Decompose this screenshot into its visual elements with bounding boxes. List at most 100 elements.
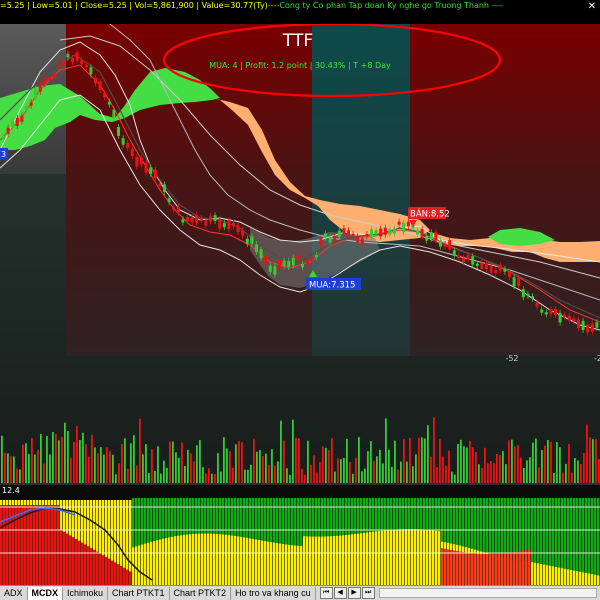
volume-bar	[400, 461, 402, 483]
volume-bar	[85, 444, 87, 483]
candle	[218, 219, 222, 229]
volume-bar	[322, 446, 324, 483]
volume-bar	[82, 432, 84, 483]
buy-label: MUA:7.315	[309, 281, 355, 291]
osc-bar-yellow	[570, 570, 573, 586]
volume-bar	[478, 464, 480, 483]
volume-bar	[514, 446, 516, 483]
candle	[337, 230, 341, 238]
osc-bar-red	[3, 505, 6, 586]
candle	[20, 115, 24, 122]
volume-bar	[112, 454, 114, 483]
osc-bar-yellow	[291, 545, 294, 586]
osc-bar-yellow	[366, 532, 369, 586]
candle	[324, 233, 327, 238]
candle	[429, 232, 433, 239]
candle	[167, 198, 171, 203]
candle	[540, 309, 544, 313]
osc-bar-yellow	[348, 534, 351, 586]
volume-bar	[409, 437, 411, 483]
volume-bar	[190, 453, 192, 483]
next-tab-icon[interactable]: ▶	[347, 587, 361, 599]
first-tab-icon[interactable]: ⏮	[319, 587, 333, 599]
volume-bar	[319, 461, 321, 483]
volume-bar	[499, 455, 501, 483]
last-tab-icon[interactable]: ⏭	[361, 587, 375, 599]
osc-bar-yellow	[402, 529, 405, 586]
volume-bar	[358, 437, 360, 483]
left-price-label: 3	[1, 150, 6, 159]
price-chart[interactable]: MUA:7.315 BÁN:8.52 TTF MUA: 4 | Profit: …	[0, 0, 600, 600]
volume-bar	[535, 438, 537, 483]
volume-bar	[136, 465, 138, 483]
volume-bar	[355, 458, 357, 483]
tab-ho-tro-va-khang-cu[interactable]: Ho tro va khang cu	[231, 586, 316, 600]
volume-bar	[160, 473, 162, 483]
osc-bar-red	[516, 551, 519, 586]
candle	[443, 244, 447, 247]
osc-bar-red	[33, 505, 36, 586]
volume-bar	[469, 440, 471, 483]
osc-bar-yellow	[369, 532, 372, 586]
volume-bar	[361, 471, 363, 483]
volume-bar	[217, 453, 219, 483]
candle	[195, 214, 199, 224]
osc-bar-yellow	[396, 529, 399, 586]
osc-bar-red	[453, 550, 456, 586]
volume-bar	[328, 450, 330, 483]
volume-bar	[130, 443, 132, 483]
volume-bar	[490, 461, 492, 483]
osc-bar-yellow	[135, 546, 138, 586]
volume-bar	[379, 449, 381, 483]
volume-bar	[10, 456, 12, 483]
osc-bar-yellow	[438, 531, 441, 586]
volume-bar	[109, 451, 111, 483]
volume-bar	[301, 468, 303, 483]
volume-bar	[310, 464, 312, 483]
candle	[103, 93, 107, 98]
osc-bar-red	[441, 548, 444, 586]
volume-bar	[199, 440, 201, 483]
tab-chart-ptkt1[interactable]: Chart PTKT1	[108, 586, 170, 600]
volume-bar	[253, 438, 255, 483]
candle	[374, 230, 378, 235]
osc-bar-green	[585, 498, 588, 586]
osc-bar-red	[513, 551, 516, 586]
candle	[190, 217, 194, 223]
volume-bar	[559, 447, 561, 483]
osc-bar-yellow	[546, 565, 549, 586]
osc-bar-red	[525, 549, 528, 586]
tab-mcdx[interactable]: MCDX	[27, 586, 64, 600]
candle	[314, 254, 318, 258]
volume-bar	[406, 461, 408, 483]
tab-chart-ptkt2[interactable]: Chart PTKT2	[170, 586, 232, 600]
volume-bar	[271, 449, 273, 483]
volume-bar	[103, 454, 105, 483]
tab-adx[interactable]: ADX	[0, 586, 28, 600]
candle	[577, 319, 580, 329]
volume-bar	[181, 442, 183, 483]
prev-tab-icon[interactable]: ◀	[333, 587, 347, 599]
osc-bar-yellow	[579, 571, 582, 586]
volume-bar	[283, 440, 285, 483]
tab-ichimoku[interactable]: Ichimoku	[63, 586, 109, 600]
candle	[172, 207, 176, 210]
volume-bar	[475, 452, 477, 483]
volume-bar	[1, 435, 3, 483]
osc-bar-red	[42, 505, 45, 586]
volume-bar	[337, 458, 339, 483]
horizontal-scrollbar[interactable]	[378, 588, 597, 598]
volume-bar	[46, 435, 48, 483]
close-icon[interactable]: ✕	[588, 1, 596, 13]
osc-bar-yellow	[285, 544, 288, 586]
osc-bar-red	[447, 549, 450, 586]
candle	[204, 220, 208, 226]
osc-bar-yellow	[300, 546, 303, 586]
volume-bar	[250, 464, 252, 483]
volume-bar	[313, 455, 315, 483]
volume-bar	[172, 441, 174, 483]
candle	[117, 127, 120, 136]
osc-bar-red	[462, 552, 465, 586]
osc-bar-red	[51, 505, 54, 586]
volume-bar	[595, 439, 597, 483]
